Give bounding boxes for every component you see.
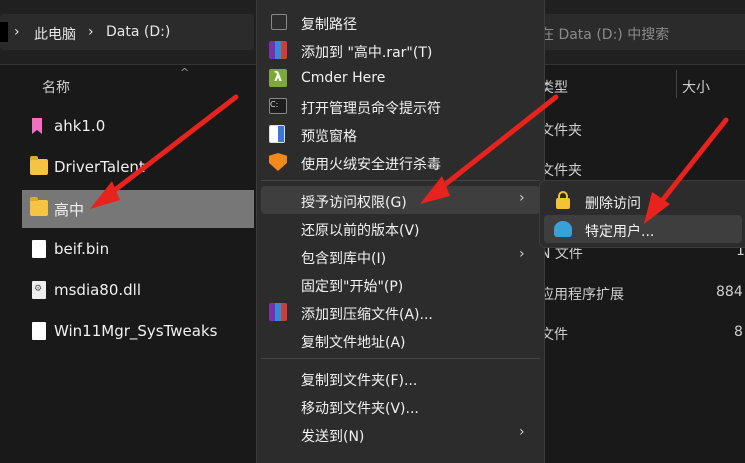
menu-item-label: 包含到库中(I): [301, 251, 387, 267]
context-menu: 复制路径 添加到 "高中.rar"(T) λ Cmder Here C: 打开管…: [256, 0, 545, 463]
cmd-icon: C:: [269, 98, 287, 114]
file-type-cell: 文件夹: [540, 163, 582, 179]
winrar-icon: [269, 303, 287, 321]
folder-icon: [30, 156, 48, 175]
menu-item-preview-pane[interactable]: 预览窗格: [261, 120, 540, 148]
file-name: 高中: [54, 201, 85, 219]
submenu-item-label: 特定用户...: [585, 224, 655, 240]
menu-item-label: 复制文件地址(A): [301, 335, 406, 351]
breadcrumb-separator: ›: [88, 24, 94, 40]
menu-item-cmder-here[interactable]: λ Cmder Here: [261, 64, 540, 92]
folder-icon: [30, 197, 48, 216]
ahk-file-icon: [32, 118, 42, 134]
menu-item-grant-access[interactable]: 授予访问权限(G) ›: [261, 186, 540, 214]
file-row[interactable]: beif.bin: [22, 231, 254, 269]
file-type-cell: 文件夹: [540, 123, 582, 139]
menu-item-label: 添加到压缩文件(A)...: [301, 307, 433, 323]
menu-item-huorong-scan[interactable]: 使用火绒安全进行杀毒: [261, 148, 540, 176]
submenu-item-remove-access[interactable]: 删除访问: [544, 187, 742, 215]
chevron-right-icon: ›: [519, 246, 525, 262]
file-name: ahk1.0: [54, 117, 106, 135]
preview-pane-icon: [269, 125, 285, 143]
document-icon: [32, 240, 46, 258]
grant-access-submenu: 删除访问 特定用户...: [539, 180, 745, 248]
menu-item-label: 复制路径: [301, 17, 357, 33]
menu-item-label: 授予访问权限(G): [301, 195, 407, 211]
submenu-item-label: 删除访问: [585, 196, 641, 212]
menu-item-label: Cmder Here: [301, 70, 386, 86]
menu-item-label: 添加到 "高中.rar"(T): [301, 45, 433, 61]
menu-item-copy-to-folder[interactable]: 复制到文件夹(F)...: [261, 364, 540, 392]
menu-separator: [261, 180, 540, 181]
file-row[interactable]: ahk1.0: [22, 108, 254, 146]
chevron-right-icon: ›: [519, 424, 525, 440]
breadcrumb-this-pc[interactable]: 此电脑: [34, 24, 76, 44]
file-name: msdia80.dll: [54, 281, 142, 299]
menu-item-include-in-library[interactable]: 包含到库中(I) ›: [261, 242, 540, 270]
menu-item-move-to-folder[interactable]: 移动到文件夹(V)...: [261, 392, 540, 420]
submenu-item-specific-users[interactable]: 特定用户...: [544, 215, 742, 243]
menu-item-label: 打开管理员命令提示符: [301, 101, 441, 117]
menu-item-label: 使用火绒安全进行杀毒: [301, 157, 441, 173]
menu-item-admin-cmd[interactable]: C: 打开管理员命令提示符: [261, 92, 540, 120]
file-name: Win11Mgr_SysTweaks: [54, 322, 218, 340]
lock-icon: [556, 191, 570, 209]
menu-item-add-to-archive[interactable]: 添加到压缩文件(A)...: [261, 298, 540, 326]
menu-item-label: 固定到"开始"(P): [301, 279, 404, 295]
menu-item-pin-to-start[interactable]: 固定到"开始"(P): [261, 270, 540, 298]
file-size-cell: 884: [716, 284, 743, 300]
file-row[interactable]: msdia80.dll: [22, 272, 254, 310]
menu-item-label: 还原以前的版本(V): [301, 223, 420, 239]
column-divider[interactable]: [676, 70, 677, 98]
menu-item-restore-versions[interactable]: 还原以前的版本(V): [261, 214, 540, 242]
file-name: DriverTalent: [54, 158, 145, 176]
file-name: beif.bin: [54, 240, 110, 258]
menu-item-label: 预览窗格: [301, 129, 357, 145]
menu-item-copy-file-address[interactable]: 复制文件地址(A): [261, 326, 540, 354]
file-row-selected[interactable]: 高中: [22, 190, 254, 228]
column-header-size[interactable]: 大小: [682, 77, 710, 97]
menu-item-copy-path[interactable]: 复制路径: [261, 8, 540, 36]
breadcrumb-drive[interactable]: Data (D:): [106, 24, 170, 40]
cmder-lambda-icon: λ: [269, 69, 287, 87]
menu-separator: [261, 358, 540, 359]
breadcrumb-separator: ›: [14, 24, 20, 40]
huorong-shield-icon: [269, 153, 287, 171]
winrar-icon: [269, 41, 287, 59]
copy-path-icon: [271, 14, 287, 30]
file-size-cell: 8: [734, 324, 743, 340]
dll-file-icon: [32, 281, 46, 299]
sort-chevron-icon: ^: [180, 66, 190, 79]
menu-item-send-to[interactable]: 发送到(N) ›: [261, 420, 540, 448]
document-icon: [32, 322, 46, 340]
menu-item-label: 移动到文件夹(V)...: [301, 401, 419, 417]
address-icon: [0, 22, 8, 42]
chevron-right-icon: ›: [519, 190, 525, 206]
search-placeholder: 在 Data (D:) 中搜索: [540, 27, 670, 43]
file-row[interactable]: Win11Mgr_SysTweaks: [22, 313, 254, 351]
file-row[interactable]: DriverTalent: [22, 149, 254, 187]
users-icon: [554, 221, 572, 237]
file-type-cell: 应用程序扩展: [540, 287, 624, 303]
column-header-name[interactable]: 名称: [42, 77, 70, 97]
menu-item-label: 发送到(N): [301, 429, 365, 445]
menu-item-label: 复制到文件夹(F)...: [301, 373, 418, 389]
menu-item-add-to-rar[interactable]: 添加到 "高中.rar"(T): [261, 36, 540, 64]
